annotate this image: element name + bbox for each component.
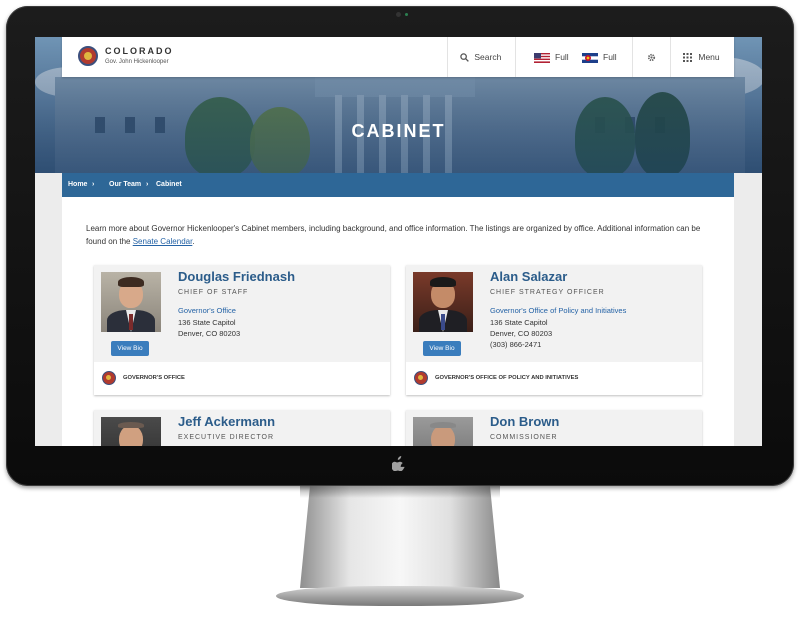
address-line: Denver, CO 80203: [178, 329, 241, 338]
breadcrumb: Home › Our Team › Cabinet: [62, 173, 734, 197]
cabinet-card: Douglas Friednash CHIEF OF STAFF Governo…: [94, 265, 390, 395]
header-divider: [447, 37, 448, 77]
office-link[interactable]: Governor's Office: [178, 306, 236, 315]
monitor-stand: [300, 486, 500, 588]
header-divider: [632, 37, 633, 77]
breadcrumb-separator: ›: [146, 181, 149, 188]
camera-icon: [396, 12, 401, 17]
main-content: Learn more about Governor Hickenlooper's…: [62, 197, 734, 446]
member-name[interactable]: Douglas Friednash: [178, 269, 295, 284]
card-footer: GOVERNOR'S OFFICE: [94, 362, 390, 395]
monitor-base: [276, 586, 524, 606]
gear-icon: [647, 54, 656, 62]
address-line: 136 State Capitol: [178, 318, 236, 327]
colorado-flag-icon[interactable]: [582, 53, 598, 63]
member-title: CHIEF STRATEGY OFFICER: [490, 289, 605, 296]
site-header: COLORADO Gov. John Hickenlooper Search F…: [62, 37, 734, 77]
us-flag-icon[interactable]: [534, 53, 550, 63]
member-name[interactable]: Alan Salazar: [490, 269, 567, 284]
member-name[interactable]: Don Brown: [490, 414, 559, 429]
senate-calendar-link[interactable]: Senate Calendar: [133, 237, 193, 246]
address-line: Denver, CO 80203: [490, 329, 553, 338]
phone-number[interactable]: (303) 866-2471: [490, 340, 541, 349]
search-button[interactable]: Search: [460, 37, 501, 77]
search-icon: [460, 53, 469, 63]
member-name[interactable]: Jeff Ackermann: [178, 414, 275, 429]
lang-en-label[interactable]: Full: [555, 37, 569, 77]
lang-co-label[interactable]: Full: [603, 37, 617, 77]
header-divider: [515, 37, 516, 77]
view-bio-button[interactable]: View Bio: [111, 341, 149, 356]
portrait-photo[interactable]: [101, 272, 161, 332]
state-seal-icon[interactable]: [78, 46, 98, 66]
settings-button[interactable]: [647, 37, 656, 77]
member-title: EXECUTIVE DIRECTOR: [178, 434, 275, 441]
grid-menu-icon: [683, 53, 692, 63]
member-title: CHIEF OF STAFF: [178, 289, 249, 296]
breadcrumb-home[interactable]: Home: [68, 173, 87, 197]
cabinet-card: Jeff Ackermann EXECUTIVE DIRECTOR: [94, 410, 390, 446]
page-title: CABINET: [351, 121, 446, 141]
cabinet-card: Don Brown COMMISSIONER: [406, 410, 702, 446]
portrait-photo[interactable]: [413, 272, 473, 332]
card-footer: GOVERNOR'S OFFICE OF POLICY AND INITIATI…: [406, 362, 702, 395]
brand-name[interactable]: COLORADO: [105, 46, 174, 56]
breadcrumb-our-team[interactable]: Our Team: [109, 173, 141, 197]
view-bio-button[interactable]: View Bio: [423, 341, 461, 356]
office-footer-label[interactable]: GOVERNOR'S OFFICE OF POLICY AND INITIATI…: [435, 362, 578, 395]
portrait-photo[interactable]: [413, 417, 473, 446]
stand-shadow: [300, 486, 500, 498]
apple-logo-icon: [390, 456, 406, 474]
search-label: Search: [474, 52, 502, 62]
camera-light-icon: [405, 13, 408, 16]
office-seal-icon: [102, 371, 116, 385]
brand-subtitle: Gov. John Hickenlooper: [105, 59, 169, 65]
office-link[interactable]: Governor's Office of Policy and Initiati…: [490, 306, 626, 315]
intro-text-end: .: [192, 237, 195, 246]
menu-label: Menu: [698, 52, 720, 62]
office-footer-label[interactable]: GOVERNOR'S OFFICE: [123, 362, 185, 395]
portrait-photo[interactable]: [101, 417, 161, 446]
screen: CABINET COLORADO Gov. John Hickenlooper …: [35, 37, 762, 446]
address-line: 136 State Capitol: [490, 318, 548, 327]
member-title: COMMISSIONER: [490, 434, 558, 441]
office-seal-icon: [414, 371, 428, 385]
cabinet-card: Alan Salazar CHIEF STRATEGY OFFICER Gove…: [406, 265, 702, 395]
breadcrumb-cabinet: Cabinet: [156, 181, 182, 188]
header-divider: [670, 37, 671, 77]
intro-paragraph: Learn more about Governor Hickenlooper's…: [86, 222, 716, 248]
breadcrumb-separator: ›: [92, 181, 95, 188]
menu-button[interactable]: Menu: [683, 37, 720, 77]
